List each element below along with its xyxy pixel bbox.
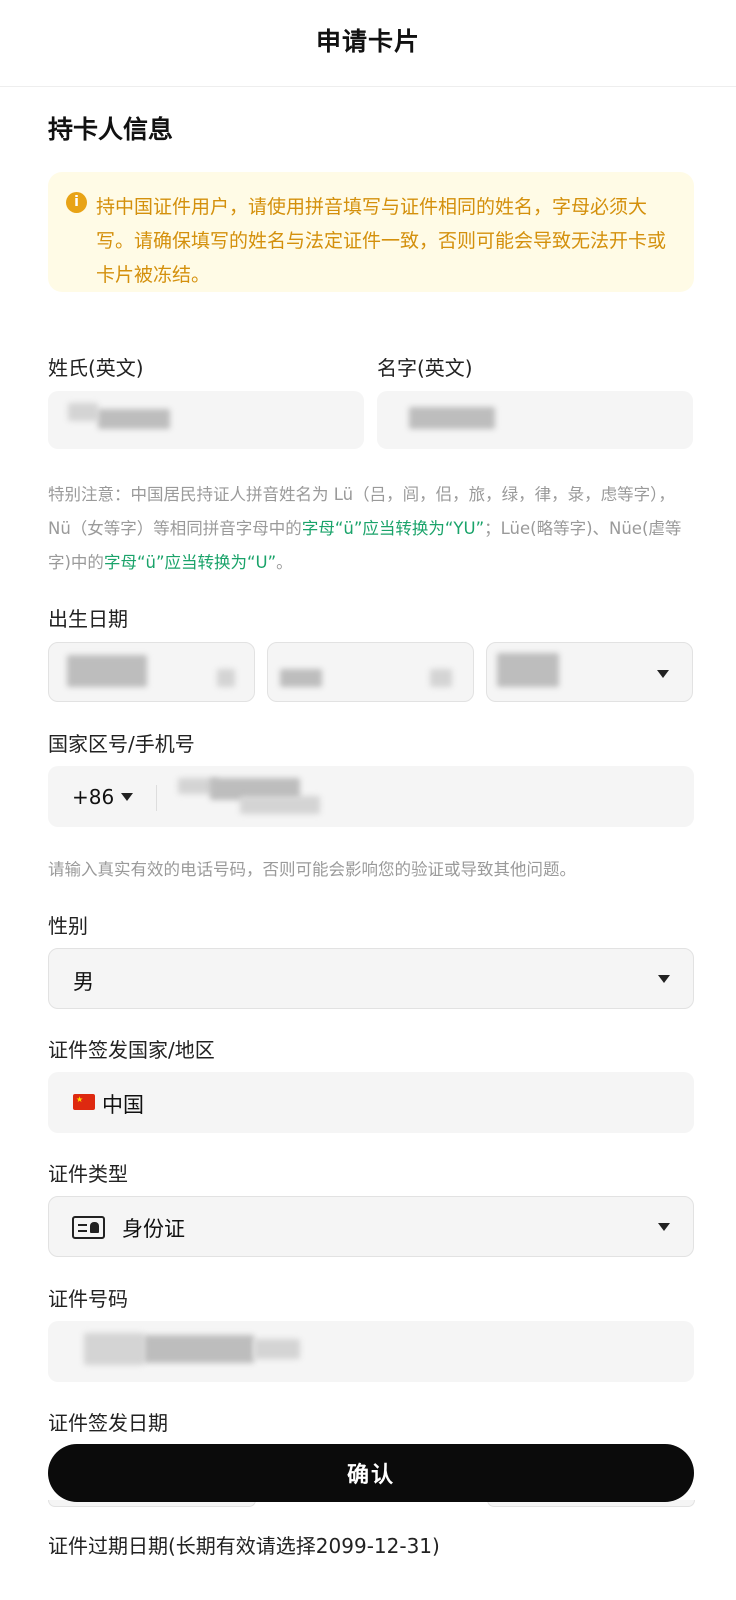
top-bar: 申请卡片 — [0, 0, 736, 87]
masked-value — [98, 409, 170, 429]
name-hint: 特别注意：中国居民持证人拼音姓名为 Lü（吕，闾，侣，旅，绿，律，彔，虑等字），… — [48, 478, 694, 580]
issue-country-field — [48, 1072, 694, 1133]
notice-text: 持中国证件用户，请使用拼音填写与证件相同的姓名，字母必须大写。请确保填写的姓名与… — [96, 196, 667, 286]
chevron-down-icon[interactable] — [121, 793, 133, 801]
masked-value — [497, 653, 559, 687]
hint-highlight: 字母“ü”应当转换为“YU” — [301, 519, 485, 538]
masked-value — [409, 407, 495, 429]
chevron-down-icon — [658, 975, 670, 983]
info-icon: i — [66, 192, 87, 213]
phone-hint: 请输入真实有效的电话号码，否则可能会影响您的验证或导致其他问题。 — [48, 860, 576, 879]
china-flag-icon: ★ — [73, 1094, 95, 1110]
birth-day-select[interactable] — [486, 642, 693, 702]
issue-country-label: 证件签发国家/地区 — [48, 1038, 215, 1062]
phone-label: 国家区号/手机号 — [48, 732, 195, 756]
last-name-label: 姓氏(英文) — [48, 356, 144, 380]
id-number-input[interactable] — [48, 1321, 694, 1382]
gender-label: 性别 — [48, 914, 88, 938]
country-code-select[interactable]: +86 — [72, 785, 114, 809]
page-title: 申请卡片 — [315, 27, 420, 56]
last-name-input[interactable] — [48, 391, 364, 449]
birth-month-select[interactable] — [267, 642, 474, 702]
first-name-label: 名字(英文) — [377, 356, 473, 380]
masked-value — [217, 669, 235, 687]
hint-text: 。 — [276, 553, 293, 572]
masked-value — [144, 1335, 254, 1363]
section-title: 持卡人信息 — [48, 115, 174, 144]
confirm-button[interactable]: 确认 — [48, 1444, 694, 1502]
gender-value: 男 — [73, 970, 94, 994]
hint-highlight: 字母“ü”应当转换为“U” — [103, 553, 277, 572]
id-type-value: 身份证 — [122, 1217, 185, 1241]
notice-banner: i 持中国证件用户，请使用拼音填写与证件相同的姓名，字母必须大写。请确保填写的姓… — [48, 172, 694, 292]
masked-value — [254, 1339, 300, 1359]
chevron-down-icon — [657, 670, 669, 678]
phone-number-input[interactable] — [170, 770, 690, 824]
id-type-label: 证件类型 — [48, 1162, 128, 1186]
masked-value — [240, 796, 320, 814]
gender-select[interactable]: 男 — [48, 948, 694, 1009]
birth-year-select[interactable] — [48, 642, 255, 702]
issue-country-value: 中国 — [102, 1093, 144, 1117]
masked-value — [67, 655, 147, 687]
issue-date-label: 证件签发日期 — [48, 1411, 168, 1435]
birth-date-label: 出生日期 — [48, 607, 128, 631]
chevron-down-icon — [658, 1223, 670, 1231]
expiry-date-label: 证件过期日期(长期有效请选择2099-12-31) — [48, 1534, 440, 1558]
masked-value — [280, 669, 322, 687]
id-number-label: 证件号码 — [48, 1287, 128, 1311]
masked-value — [84, 1333, 144, 1365]
id-card-icon — [72, 1216, 105, 1239]
first-name-input[interactable] — [377, 391, 693, 449]
masked-value — [430, 669, 452, 687]
divider — [156, 785, 157, 811]
masked-value — [68, 403, 98, 421]
